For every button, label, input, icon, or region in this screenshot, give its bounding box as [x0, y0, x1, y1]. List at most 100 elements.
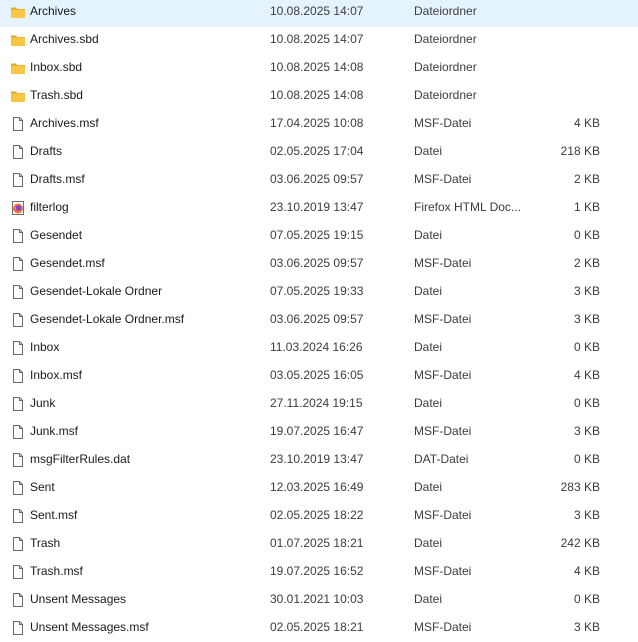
file-type: Dateiordner [414, 32, 477, 46]
file-size: 242 KB [560, 536, 600, 550]
file-row[interactable]: Junk 27.11.2024 19:15 Datei 0 KB [0, 391, 638, 419]
file-row[interactable]: Trash 01.07.2025 18:21 Datei 242 KB [0, 531, 638, 559]
file-modified-date: 01.07.2025 18:21 [270, 536, 364, 550]
file-size: 3 KB [573, 284, 600, 298]
file-type: Datei [414, 144, 443, 158]
file-modified-date: 03.06.2025 09:57 [270, 256, 364, 270]
file-size: 0 KB [573, 452, 600, 466]
file-type: MSF-Datei [414, 368, 472, 382]
file-icon [10, 508, 26, 524]
folder-row[interactable]: Archives 10.08.2025 14:07 Dateiordner [0, 0, 638, 27]
file-size: 0 KB [573, 228, 600, 242]
file-name: Unsent Messages.msf [30, 620, 149, 634]
file-size: 2 KB [573, 256, 600, 270]
file-row[interactable]: Inbox 11.03.2024 16:26 Datei 0 KB [0, 335, 638, 363]
file-name: Inbox.msf [30, 368, 83, 382]
file-name: Drafts.msf [30, 172, 85, 186]
file-row[interactable]: Gesendet.msf 03.06.2025 09:57 MSF-Datei 2 K… [0, 251, 638, 279]
file-row[interactable]: filterlog 23.10.2019 13:47 Firefox HTML Do… [0, 195, 638, 223]
file-icon [10, 144, 26, 160]
file-type: Firefox HTML Doc... [414, 200, 521, 214]
file-modified-date: 30.01.2021 10:03 [270, 592, 364, 606]
file-name: Archives.msf [30, 116, 99, 130]
file-icon [10, 620, 26, 636]
file-icon [10, 312, 26, 328]
folder-row[interactable]: Inbox.sbd 10.08.2025 14:08 Dateiordner [0, 55, 638, 83]
file-modified-date: 03.06.2025 09:57 [270, 172, 364, 186]
file-row[interactable]: Gesendet-Lokale Ordner.msf 03.06.2025 09:… [0, 307, 638, 335]
file-type: MSF-Datei [414, 256, 472, 270]
file-type: Datei [414, 480, 443, 494]
file-name: Trash [30, 536, 61, 550]
file-name: Junk [30, 396, 56, 410]
file-modified-date: 10.08.2025 14:08 [270, 60, 364, 74]
file-icon [10, 424, 26, 440]
file-size: 218 KB [560, 144, 600, 158]
file-name: Trash.msf [30, 564, 83, 578]
file-type: Dateiordner [414, 60, 477, 74]
file-size: 3 KB [573, 424, 600, 438]
file-modified-date: 07.05.2025 19:15 [270, 228, 364, 242]
file-row[interactable]: Sent 12.03.2025 16:49 Datei 283 KB [0, 475, 638, 503]
folder-row[interactable]: Trash.sbd 10.08.2025 14:08 Dateiordner [0, 83, 638, 111]
file-name: Gesendet [30, 228, 83, 242]
file-size: 4 KB [573, 116, 600, 130]
folder-icon [10, 88, 26, 104]
file-modified-date: 10.08.2025 14:07 [270, 32, 364, 46]
file-row[interactable]: Drafts.msf 03.06.2025 09:57 MSF-Datei 2 KB [0, 167, 638, 195]
file-icon [10, 172, 26, 188]
file-row[interactable]: Sent.msf 02.05.2025 18:22 MSF-Datei 3 KB [0, 503, 638, 531]
file-modified-date: 10.08.2025 14:08 [270, 88, 364, 102]
file-modified-date: 02.05.2025 18:21 [270, 620, 364, 634]
file-type: MSF-Datei [414, 172, 472, 186]
file-size: 3 KB [573, 312, 600, 326]
file-type: MSF-Datei [414, 508, 472, 522]
file-size: 0 KB [573, 340, 600, 354]
file-icon [10, 452, 26, 468]
file-row[interactable]: msgFilterRules.dat 23.10.2019 13:47 DAT-Da… [0, 447, 638, 475]
file-icon [10, 116, 26, 132]
file-modified-date: 02.05.2025 18:22 [270, 508, 364, 522]
file-name: Inbox.sbd [30, 60, 83, 74]
file-modified-date: 12.03.2025 16:49 [270, 480, 364, 494]
file-row[interactable]: Trash.msf 19.07.2025 16:52 MSF-Datei 4 KB [0, 559, 638, 587]
file-type: MSF-Datei [414, 564, 472, 578]
file-row[interactable]: Archives.msf 17.04.2025 10:08 MSF-Datei 4 K… [0, 111, 638, 139]
file-type: DAT-Datei [414, 452, 469, 466]
file-size: 0 KB [573, 396, 600, 410]
folder-icon [10, 60, 26, 76]
file-row[interactable]: Junk.msf 19.07.2025 16:47 MSF-Datei 3 KB [0, 419, 638, 447]
file-row[interactable]: Unsent Messages 30.01.2021 10:03 Datei 0 KB [0, 587, 638, 615]
file-modified-date: 10.08.2025 14:07 [270, 4, 364, 18]
file-size: 0 KB [573, 592, 600, 606]
file-modified-date: 02.05.2025 17:04 [270, 144, 364, 158]
file-row[interactable]: Unsent Messages.msf 02.05.2025 18:21 MSF-D… [0, 615, 638, 642]
file-name: Gesendet.msf [30, 256, 105, 270]
file-type: Datei [414, 396, 443, 410]
folder-row[interactable]: Archives.sbd 10.08.2025 14:07 Dateiordner [0, 27, 638, 55]
file-name: Sent [30, 480, 55, 494]
file-name: Archives [30, 4, 77, 18]
file-type: Datei [414, 340, 443, 354]
file-icon [10, 340, 26, 356]
file-type: MSF-Datei [414, 312, 472, 326]
file-type: MSF-Datei [414, 116, 472, 130]
file-modified-date: 03.06.2025 09:57 [270, 312, 364, 326]
file-row[interactable]: Drafts 02.05.2025 17:04 Datei 218 KB [0, 139, 638, 167]
file-row[interactable]: Inbox.msf 03.05.2025 16:05 MSF-Datei 4 KB [0, 363, 638, 391]
file-row[interactable]: Gesendet 07.05.2025 19:15 Datei 0 KB [0, 223, 638, 251]
file-size: 1 KB [573, 200, 600, 214]
file-name: Archives.sbd [30, 32, 99, 46]
file-name: msgFilterRules.dat [30, 452, 131, 466]
file-type: Datei [414, 536, 443, 550]
file-row[interactable]: Gesendet-Lokale Ordner 07.05.2025 19:33 Da… [0, 279, 638, 307]
file-name: Sent.msf [30, 508, 78, 522]
file-modified-date: 23.10.2019 13:47 [270, 200, 364, 214]
file-name: Drafts [30, 144, 63, 158]
file-icon [10, 256, 26, 272]
file-icon [10, 592, 26, 608]
file-size: 3 KB [573, 508, 600, 522]
file-icon [10, 368, 26, 384]
file-icon [10, 396, 26, 412]
file-modified-date: 17.04.2025 10:08 [270, 116, 364, 130]
